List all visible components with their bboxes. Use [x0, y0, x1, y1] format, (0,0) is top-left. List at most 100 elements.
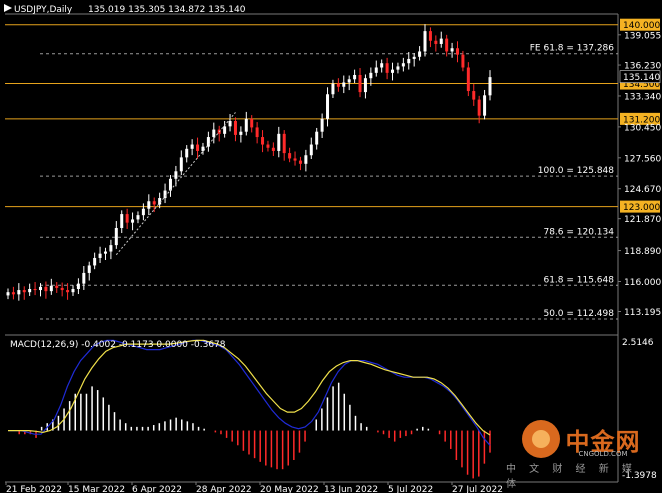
candle-body-14 [82, 272, 86, 284]
candle-body-6 [38, 286, 42, 291]
candle-body-56 [309, 144, 313, 156]
candle-body-66 [363, 78, 367, 93]
candle-body-68 [374, 67, 378, 73]
candle-body-51 [282, 133, 286, 154]
candle-body-49 [271, 147, 275, 151]
candle-body-32 [179, 157, 183, 172]
candle-body-45 [250, 118, 254, 128]
y-tick-3: 130.450 [624, 123, 661, 133]
candle-body-78 [428, 31, 432, 41]
candle-body-19 [109, 245, 113, 252]
candle-body-88 [483, 95, 487, 116]
candle-body-84 [461, 54, 465, 68]
watermark-subtitle: 中 文 财 经 新 媒 体 [506, 464, 637, 490]
candle-body-74 [407, 58, 411, 64]
candle-body-25 [141, 208, 145, 216]
candle-body-58 [320, 118, 324, 132]
x-tick-3: 28 Apr 2022 [196, 485, 252, 493]
current-price-label: 135.140 [623, 73, 660, 83]
candle-body-15 [87, 265, 91, 273]
y-tick-0: 139.055 [624, 31, 661, 41]
candle-body-47 [261, 137, 265, 145]
candle-body-55 [304, 155, 308, 164]
y-tick-7: 118.890 [624, 247, 661, 257]
watermark-domain: CNGOLD.COM [578, 450, 628, 458]
candle-body-16 [93, 257, 97, 266]
macd-label: MACD(12,26,9) -0.4002 -0.1173 0.0000 -0.… [10, 340, 226, 350]
candle-body-54 [298, 160, 302, 164]
candle-body-73 [401, 63, 405, 67]
candle-body-60 [331, 83, 335, 95]
candle-body-70 [385, 63, 389, 73]
candle-body-72 [396, 66, 400, 70]
candle-body-62 [342, 82, 346, 87]
candle-body-17 [98, 253, 102, 258]
candle-body-80 [439, 38, 443, 44]
ohlc-values: 135.019 135.305 134.872 135.140 [88, 5, 246, 15]
candle-body-57 [315, 131, 319, 145]
fib-label-5: 100.0 = 125.848 [538, 166, 615, 176]
candle-body-40 [223, 126, 227, 134]
y-tick-5: 124.670 [624, 185, 661, 195]
y-tick-1: 136.230 [624, 62, 661, 72]
candle-body-1 [11, 292, 15, 295]
x-tick-7: 27 Jul 2022 [452, 485, 503, 493]
y-tick-2: 133.340 [624, 92, 661, 102]
level-tag-label-3: 123.000 [623, 203, 660, 213]
fib-label-6: 78.6 = 120.134 [543, 227, 614, 237]
candle-body-85 [466, 67, 470, 92]
candle-body-29 [163, 190, 167, 199]
candle-body-63 [347, 79, 351, 83]
x-tick-0: 21 Feb 2022 [6, 485, 62, 493]
candle-body-2 [17, 290, 21, 295]
candle-body-82 [450, 48, 454, 52]
candle-body-21 [120, 214, 124, 228]
cngold-logo-icon [521, 420, 560, 458]
candle-body-43 [239, 131, 243, 135]
y-tick-6: 121.870 [624, 215, 661, 225]
candle-body-61 [336, 83, 340, 87]
candle-body-42 [233, 121, 237, 135]
candle-body-44 [244, 118, 248, 132]
candle-body-30 [168, 178, 172, 191]
candle-body-87 [477, 99, 481, 116]
y-tick-4: 127.560 [624, 154, 661, 164]
x-tick-4: 20 May 2022 [260, 485, 319, 493]
candle-body-24 [136, 215, 140, 220]
candle-body-86 [472, 91, 476, 100]
y-tick-8: 116.000 [624, 278, 661, 288]
candle-body-5 [33, 288, 37, 291]
candle-body-46 [255, 127, 259, 138]
candle-body-38 [212, 129, 216, 138]
candle-body-22 [125, 214, 129, 223]
candle-body-81 [445, 38, 449, 52]
x-tick-6: 5 Jul 2022 [388, 485, 433, 493]
candle-body-53 [293, 158, 297, 161]
candle-body-65 [358, 74, 362, 93]
candle-body-23 [131, 219, 135, 223]
candle-body-76 [418, 51, 422, 57]
fib-label-8: 50.0 = 112.498 [543, 309, 614, 319]
candle-body-27 [152, 201, 156, 205]
x-tick-5: 13 Jun 2022 [324, 485, 378, 493]
candle-body-34 [190, 144, 194, 149]
y-tick-9: 113.195 [624, 308, 661, 318]
candle-body-18 [103, 251, 107, 254]
candle-body-59 [326, 94, 330, 119]
watermark: 中金网 CNGOLD.COM 中 文 财 经 新 媒 体 [506, 420, 656, 490]
candle-body-12 [71, 288, 75, 293]
candle-body-7 [44, 286, 48, 292]
fib-label-4: FE 61.8 = 137.286 [530, 44, 615, 54]
chart-header: USDJPY,Daily 135.019 135.305 134.872 135… [4, 4, 246, 15]
level-tag-label-0: 140.000 [623, 21, 660, 31]
candle-body-10 [60, 287, 64, 291]
candle-body-83 [456, 48, 460, 55]
candle-body-64 [353, 74, 357, 80]
candle-body-26 [147, 201, 151, 209]
candle-body-0 [6, 292, 10, 296]
candle-body-52 [288, 153, 292, 159]
candle-body-33 [185, 148, 189, 158]
candle-body-20 [114, 228, 118, 246]
symbol-label: USDJPY,Daily [14, 5, 73, 15]
candle-body-79 [434, 40, 438, 44]
